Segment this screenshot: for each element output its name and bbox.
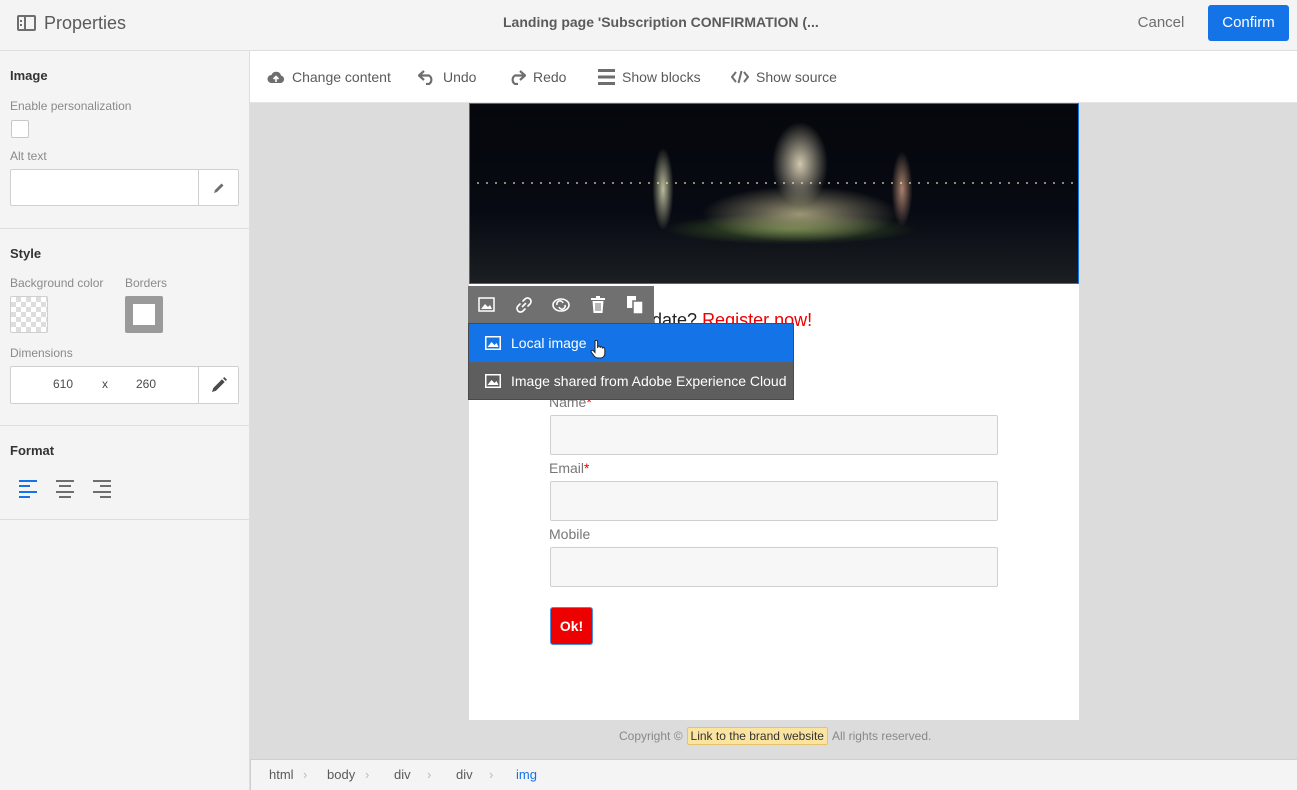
mobile-input[interactable] xyxy=(550,547,998,587)
redo-label: Redo xyxy=(533,69,567,85)
breadcrumb-separator: › xyxy=(489,767,494,782)
dimensions-edit-button[interactable] xyxy=(198,367,238,403)
trash-icon xyxy=(590,296,605,313)
pencil-icon xyxy=(213,183,223,193)
local-image-label: Local image xyxy=(511,335,587,351)
brand-website-link[interactable]: Link to the brand website xyxy=(686,727,828,745)
element-breadcrumb: html › body › div › div › img xyxy=(250,759,1297,790)
shared-image-label: Image shared from Adobe Experience Cloud xyxy=(511,373,787,389)
panel-title: Properties xyxy=(44,13,127,33)
personalization-checkbox[interactable] xyxy=(11,120,29,138)
breadcrumb-separator: › xyxy=(427,767,432,782)
hero-image[interactable] xyxy=(469,103,1079,284)
properties-sidebar: Image Enable personalization Alt text St… xyxy=(0,51,250,790)
replace-image-button[interactable] xyxy=(468,286,505,323)
align-right-button[interactable] xyxy=(93,480,113,498)
breadcrumb-img[interactable]: img xyxy=(516,767,537,782)
change-content-label: Change content xyxy=(292,69,391,85)
borders-swatch[interactable] xyxy=(125,296,163,333)
alt-text-edit-button[interactable] xyxy=(198,170,238,205)
breadcrumb-separator: › xyxy=(365,767,370,782)
email-label: Email* xyxy=(549,460,589,476)
name-input[interactable] xyxy=(550,415,998,455)
experience-cloud-button[interactable] xyxy=(542,286,579,323)
align-left-button[interactable] xyxy=(19,480,39,498)
undo-icon xyxy=(418,70,433,85)
cloud-upload-icon xyxy=(267,71,285,83)
alt-text-field[interactable] xyxy=(10,169,239,206)
show-source-button[interactable]: Show source xyxy=(731,51,837,103)
image-section: Image Enable personalization Alt text xyxy=(0,51,249,229)
submit-button[interactable]: Ok! xyxy=(550,607,593,645)
undo-button[interactable]: Undo xyxy=(418,51,476,103)
breadcrumb-separator: › xyxy=(303,767,308,782)
hand-cursor-icon xyxy=(590,340,606,359)
code-icon xyxy=(731,70,749,84)
confirm-button[interactable]: Confirm xyxy=(1208,5,1289,41)
format-section-title: Format xyxy=(10,443,55,458)
dimensions-field[interactable]: 610 x 260 xyxy=(10,366,239,404)
properties-panel-icon[interactable] xyxy=(17,15,36,31)
format-section: Format xyxy=(0,426,249,520)
mobile-label: Mobile xyxy=(549,526,590,542)
image-source-menu: Local image Image shared from Adobe Expe… xyxy=(468,323,794,400)
editor-canvas: date? Register now! Name* Email* Mobile … xyxy=(250,103,1297,759)
footer-copyright: Copyright © Link to the brand website Al… xyxy=(619,727,931,745)
change-content-button[interactable]: Change content xyxy=(267,51,391,103)
undo-label: Undo xyxy=(443,69,477,85)
dimension-separator: x xyxy=(102,377,108,391)
editor-toolbar: Change content Undo Redo Show blocks Sho… xyxy=(250,51,1297,103)
cancel-button[interactable]: Cancel xyxy=(1130,5,1192,41)
image-context-toolbar xyxy=(468,286,654,323)
delete-button[interactable] xyxy=(579,286,616,323)
breadcrumb-body[interactable]: body xyxy=(327,767,355,782)
image-icon xyxy=(485,336,501,350)
email-input[interactable] xyxy=(550,481,998,521)
background-color-label: Background color xyxy=(10,276,104,290)
show-blocks-button[interactable]: Show blocks xyxy=(598,51,701,103)
image-icon xyxy=(485,374,501,388)
pencil-icon xyxy=(211,377,227,392)
dimensions-label: Dimensions xyxy=(10,346,73,360)
redo-button[interactable]: Redo xyxy=(508,51,566,103)
style-section-title: Style xyxy=(10,246,42,261)
redo-icon xyxy=(511,70,526,85)
width-value[interactable]: 610 xyxy=(53,377,73,391)
background-color-swatch[interactable] xyxy=(10,296,48,333)
align-center-button[interactable] xyxy=(56,480,76,498)
creative-cloud-icon xyxy=(551,297,570,312)
copy-icon xyxy=(626,295,643,314)
document-title: Landing page 'Subscription CONFIRMATION … xyxy=(503,14,819,30)
landing-page-preview: date? Register now! Name* Email* Mobile … xyxy=(469,103,1079,720)
link-icon xyxy=(515,296,532,313)
show-source-label: Show source xyxy=(756,69,837,85)
personalization-label: Enable personalization xyxy=(10,99,132,113)
breadcrumb-html[interactable]: html xyxy=(269,767,294,782)
borders-label: Borders xyxy=(125,276,168,290)
breadcrumb-div[interactable]: div xyxy=(394,767,411,782)
image-icon xyxy=(478,297,495,312)
alt-text-label: Alt text xyxy=(10,149,47,163)
copyright-prefix: Copyright © xyxy=(619,729,683,743)
breadcrumb-div-inner[interactable]: div xyxy=(456,767,473,782)
height-value[interactable]: 260 xyxy=(136,377,156,391)
menu-item-shared-image[interactable]: Image shared from Adobe Experience Cloud xyxy=(469,362,793,400)
image-section-title: Image xyxy=(10,68,48,83)
email-label-text: Email xyxy=(549,460,585,476)
header-bar: Properties Landing page 'Subscription CO… xyxy=(0,0,1297,51)
copyright-suffix: All rights reserved. xyxy=(831,729,932,743)
menu-item-local-image[interactable]: Local image xyxy=(469,324,793,362)
mobile-label-text: Mobile xyxy=(549,526,591,542)
hero-light-line xyxy=(470,182,1078,184)
required-mark: * xyxy=(584,460,590,476)
show-blocks-label: Show blocks xyxy=(622,69,701,85)
link-button[interactable] xyxy=(505,286,542,323)
duplicate-button[interactable] xyxy=(616,286,653,323)
blocks-icon xyxy=(598,69,615,85)
